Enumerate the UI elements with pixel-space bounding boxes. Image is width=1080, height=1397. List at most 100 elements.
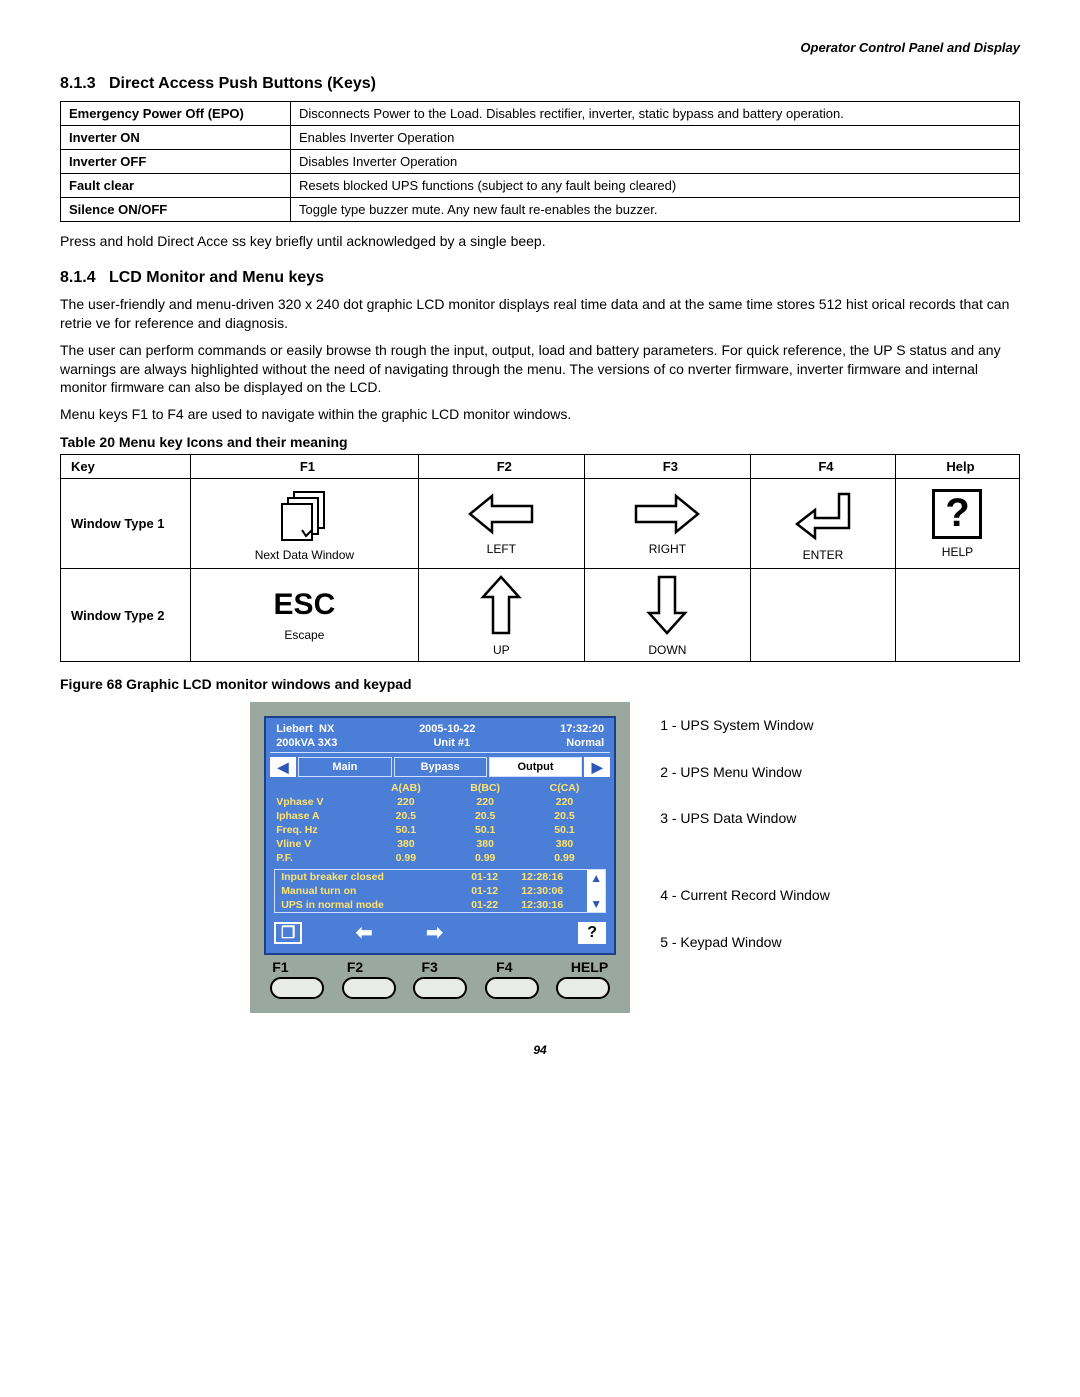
data-val: 20.5 bbox=[446, 810, 525, 822]
tab-next-button[interactable]: ▶ bbox=[584, 757, 610, 777]
cell-f1: Next Data Window bbox=[191, 479, 419, 569]
icon-label: Next Data Window bbox=[255, 548, 354, 562]
table-row: Inverter ON Enables Inverter Operation bbox=[61, 126, 1020, 150]
arrow-left-icon bbox=[466, 492, 536, 536]
key-f2[interactable] bbox=[342, 977, 396, 999]
scroll-up-icon[interactable]: ▲ bbox=[590, 871, 602, 885]
table-direct-access: Emergency Power Off (EPO) Disconnects Po… bbox=[60, 101, 1020, 222]
th-f4: F4 bbox=[750, 455, 895, 479]
data-val: 220 bbox=[366, 796, 445, 808]
data-label: Vphase V bbox=[276, 796, 366, 808]
arrow-right-icon bbox=[632, 492, 702, 536]
data-val: 0.99 bbox=[366, 852, 445, 864]
data-val: 380 bbox=[525, 838, 604, 850]
cell-key: Inverter OFF bbox=[61, 150, 291, 174]
note-direct-access: Press and hold Direct Acce ss key briefl… bbox=[60, 232, 1020, 251]
cell-key: Emergency Power Off (EPO) bbox=[61, 102, 291, 126]
icon-label: DOWN bbox=[648, 643, 686, 657]
figure-68: Liebert NX 2005-10-22 17:32:20 200kVA 3X… bbox=[60, 702, 1020, 1013]
cell-val: Enables Inverter Operation bbox=[291, 126, 1020, 150]
current-record-window: Input breaker closed01-1212:28:16 Manual… bbox=[274, 869, 606, 913]
cell-help: ? HELP bbox=[895, 479, 1019, 569]
icon-label: Escape bbox=[284, 628, 324, 642]
data-val: 20.5 bbox=[525, 810, 604, 822]
page-number: 94 bbox=[60, 1043, 1020, 1057]
data-val: 380 bbox=[366, 838, 445, 850]
unit: Unit #1 bbox=[433, 737, 470, 749]
table-row-wtype1: Window Type 1 Next Data Window LEFT bbox=[61, 479, 1020, 569]
icon-label: UP bbox=[493, 643, 510, 657]
f2-left-icon[interactable]: ⬅ bbox=[356, 920, 373, 945]
th-f2: F2 bbox=[418, 455, 584, 479]
key-f3[interactable] bbox=[413, 977, 467, 999]
label-f3: F3 bbox=[422, 959, 438, 975]
cell-help-empty bbox=[895, 569, 1019, 662]
lcd-device: Liebert NX 2005-10-22 17:32:20 200kVA 3X… bbox=[250, 702, 630, 1013]
date: 2005-10-22 bbox=[419, 723, 475, 735]
table20-caption: Table 20 Menu key Icons and their meanin… bbox=[60, 434, 1020, 450]
arrow-up-icon bbox=[479, 573, 523, 637]
data-val: 220 bbox=[525, 796, 604, 808]
event-date: 01-12 bbox=[471, 871, 521, 883]
enter-icon bbox=[793, 486, 853, 542]
callout-3: 3 - UPS Data Window bbox=[660, 805, 796, 832]
tab-main[interactable]: Main bbox=[298, 757, 391, 777]
ups-data-window: A(AB) B(BC) C(CA) Vphase V220220220 Ipha… bbox=[270, 779, 610, 867]
cell-key: Inverter ON bbox=[61, 126, 291, 150]
f3-right-icon[interactable]: ➡ bbox=[426, 920, 443, 945]
keypad-window: ❐ ⬅ ➡ ? bbox=[270, 916, 610, 949]
label-help: HELP bbox=[571, 959, 608, 975]
event-scrollbar[interactable]: ▲▼ bbox=[587, 870, 605, 912]
key-f1[interactable] bbox=[270, 977, 324, 999]
cell-f2: LEFT bbox=[418, 479, 584, 569]
cell-val: Disables Inverter Operation bbox=[291, 150, 1020, 174]
callout-5: 5 - Keypad Window bbox=[660, 929, 781, 956]
label-f2: F2 bbox=[347, 959, 363, 975]
data-label: Freq. Hz bbox=[276, 824, 366, 836]
row-label: Window Type 1 bbox=[61, 479, 191, 569]
label-f4: F4 bbox=[496, 959, 512, 975]
brand: Liebert bbox=[276, 723, 313, 735]
help-icon[interactable]: ? bbox=[578, 922, 606, 944]
icon-label: LEFT bbox=[487, 542, 516, 556]
cell-f2-up: UP bbox=[418, 569, 584, 662]
cell-val: Toggle type buzzer mute. Any new fault r… bbox=[291, 198, 1020, 222]
data-label: Vline V bbox=[276, 838, 366, 850]
tab-bypass[interactable]: Bypass bbox=[394, 757, 487, 777]
esc-icon: ESC bbox=[274, 588, 336, 622]
scroll-down-icon[interactable]: ▼ bbox=[590, 897, 602, 911]
time: 17:32:20 bbox=[560, 723, 604, 735]
model: NX bbox=[319, 723, 334, 735]
heading-813: 8.1.3 Direct Access Push Buttons (Keys) bbox=[60, 75, 1020, 93]
fkey-labels: F1 F2 F3 F4 HELP bbox=[264, 955, 616, 975]
physical-keys bbox=[264, 975, 616, 999]
cell-val: Disconnects Power to the Load. Disables … bbox=[291, 102, 1020, 126]
callout-4: 4 - Current Record Window bbox=[660, 882, 830, 909]
table20: Key F1 F2 F3 F4 Help Window Type 1 Next … bbox=[60, 454, 1020, 662]
th-help: Help bbox=[895, 455, 1019, 479]
event-date: 01-12 bbox=[471, 885, 521, 897]
table-row-wtype2: Window Type 2 ESC Escape UP DOWN bbox=[61, 569, 1020, 662]
table-row: Silence ON/OFF Toggle type buzzer mute. … bbox=[61, 198, 1020, 222]
th-key: Key bbox=[61, 455, 191, 479]
callout-1: 1 - UPS System Window bbox=[660, 712, 813, 739]
cell-f1-esc: ESC Escape bbox=[191, 569, 419, 662]
cell-key: Silence ON/OFF bbox=[61, 198, 291, 222]
event-date: 01-22 bbox=[471, 899, 521, 911]
fig68-caption: Figure 68 Graphic LCD monitor windows an… bbox=[60, 676, 1020, 692]
col-c: C(CA) bbox=[525, 782, 604, 794]
event-time: 12:28:16 bbox=[521, 871, 581, 883]
tab-output[interactable]: Output bbox=[489, 757, 582, 777]
data-val: 50.1 bbox=[525, 824, 604, 836]
lcd-screen: Liebert NX 2005-10-22 17:32:20 200kVA 3X… bbox=[264, 716, 616, 955]
icon-label: HELP bbox=[942, 545, 973, 559]
key-help[interactable] bbox=[556, 977, 610, 999]
table-row: Emergency Power Off (EPO) Disconnects Po… bbox=[61, 102, 1020, 126]
f1-nextwindow-icon[interactable]: ❐ bbox=[274, 922, 302, 944]
data-val: 0.99 bbox=[525, 852, 604, 864]
heading-title: Direct Access Push Buttons (Keys) bbox=[109, 75, 376, 92]
cell-f4-empty bbox=[750, 569, 895, 662]
tab-prev-button[interactable]: ◀ bbox=[270, 757, 296, 777]
cell-f3: RIGHT bbox=[584, 479, 750, 569]
key-f4[interactable] bbox=[485, 977, 539, 999]
